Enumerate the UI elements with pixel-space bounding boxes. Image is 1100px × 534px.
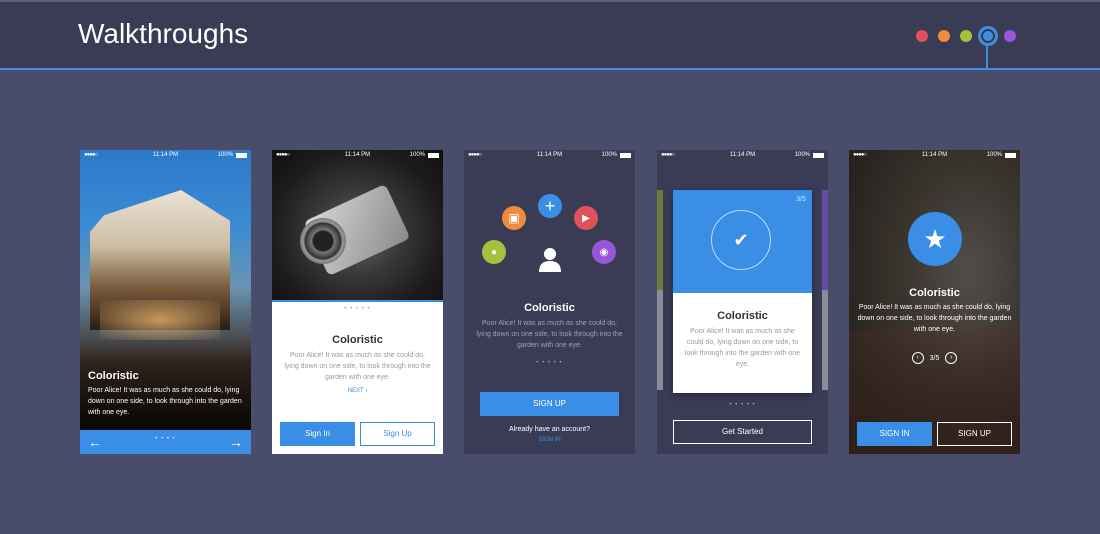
chevron-left-icon[interactable]: ‹ [911, 352, 924, 364]
battery-level: 100% [986, 152, 1002, 158]
next-link[interactable]: NEXT › [272, 388, 443, 394]
walkthrough-title: Coloristic [524, 302, 575, 314]
blue-dot-selected[interactable] [978, 26, 998, 46]
battery-level: 100% [601, 152, 617, 158]
phone-walkthrough-5: ●●●●○ 11:14 PM 100% ★ Coloristic Poor Al… [849, 150, 1020, 454]
walkthrough-body: Poor Alice! It was as much as she could … [857, 304, 1012, 333]
purple-dot[interactable] [1004, 30, 1016, 42]
sign-in-button[interactable]: Sign In [280, 422, 355, 446]
walkthrough-title: Coloristic [909, 287, 960, 299]
battery-icon [1005, 153, 1016, 158]
header-divider [0, 68, 1100, 70]
status-bar: ●●●●○ 11:14 PM 100% [849, 150, 1020, 161]
sign-in-link[interactable]: SIGN IN [464, 437, 635, 443]
page-indicator: • • • • • [729, 402, 756, 408]
orange-dot[interactable] [938, 30, 950, 42]
have-account-text: Already have an account? [509, 426, 590, 433]
sign-up-button[interactable]: SIGN UP [937, 422, 1012, 446]
camera-lens [300, 218, 346, 264]
page-title: Walkthroughs [78, 18, 249, 49]
walkthrough-body: Poor Alice! It was as much as she could … [476, 320, 623, 349]
video-icon[interactable]: ▶ [574, 206, 598, 230]
arrow-right-icon[interactable]: → [229, 433, 243, 451]
status-bar: ●●●●○ 11:14 PM 100% [464, 150, 635, 161]
next-card-peek[interactable] [822, 190, 828, 390]
battery-level: 100% [409, 152, 425, 158]
sign-up-button[interactable]: Sign Up [360, 422, 435, 446]
accent-line [272, 300, 443, 302]
card-header: 3/5 ✔ [673, 190, 812, 293]
battery-icon [813, 153, 824, 158]
camera-photo [272, 150, 443, 300]
card-counter: 3/5 [796, 196, 806, 203]
battery-icon [620, 153, 631, 158]
status-bar: ●●●●○ 11:14 PM 100% [272, 150, 443, 161]
status-bar: ●●●●○ 11:14 PM 100% [657, 150, 828, 161]
page-indicator: • • • • • [536, 360, 563, 366]
battery-icon [428, 153, 439, 158]
phone-walkthrough-4: ●●●●○ 11:14 PM 100% 3/5 ✔ Coloristic Poo… [657, 150, 828, 454]
walkthrough-body: Poor Alice! It was as much as she could … [284, 352, 431, 381]
prev-card-peek[interactable] [657, 190, 663, 390]
plus-icon[interactable]: + [538, 194, 562, 218]
color-dots [912, 26, 1022, 46]
page-indicator: • • • • • [344, 306, 371, 312]
battery-icon [236, 153, 247, 158]
walkthrough-body: Poor Alice! It was as much as she could … [684, 328, 801, 368]
walkthrough-title: Coloristic [88, 370, 139, 382]
user-icon [539, 248, 561, 272]
sign-in-button[interactable]: SIGN IN [857, 422, 932, 446]
walkthrough-title: Coloristic [717, 310, 768, 322]
walkthrough-body: Poor Alice! It was as much as she could … [88, 387, 242, 416]
walkthrough-title: Coloristic [332, 334, 383, 346]
image-icon[interactable]: ▣ [502, 206, 526, 230]
get-started-button[interactable]: Get Started [673, 420, 812, 444]
page-indicator: • • • • [155, 436, 176, 442]
location-icon[interactable]: ◉ [592, 240, 616, 264]
pager-counter: 3/5 [929, 354, 940, 362]
battery-level: 100% [217, 152, 233, 158]
house-lights [100, 300, 220, 340]
selected-indicator-stem [986, 44, 988, 69]
price-tag-check-icon: ✔ [711, 210, 771, 270]
star-icon: ★ [908, 212, 962, 266]
status-bar: ●●●●○ 11:14 PM 100% [80, 150, 251, 161]
green-dot[interactable] [960, 30, 972, 42]
battery-level: 100% [794, 152, 810, 158]
walkthrough-card: 3/5 ✔ Coloristic Poor Alice! It was as m… [673, 190, 812, 393]
phone-walkthrough-3: ●●●●○ 11:14 PM 100% ▣ + ▶ ● ◉ Coloristic… [464, 150, 635, 454]
phone-walkthrough-1: ●●●●○ 11:14 PM 100% Coloristic Poor Alic… [80, 150, 251, 454]
nav-bar: ← • • • • → [80, 430, 251, 454]
red-dot[interactable] [916, 30, 928, 42]
chat-icon[interactable]: ● [482, 240, 506, 264]
chevron-right-icon[interactable]: › [945, 352, 958, 364]
pager-nav: ‹ 3/5 › [849, 352, 1020, 364]
phone-walkthrough-2: ●●●●○ 11:14 PM 100% • • • • • Coloristic… [272, 150, 443, 454]
sign-up-button[interactable]: SIGN UP [480, 392, 619, 416]
